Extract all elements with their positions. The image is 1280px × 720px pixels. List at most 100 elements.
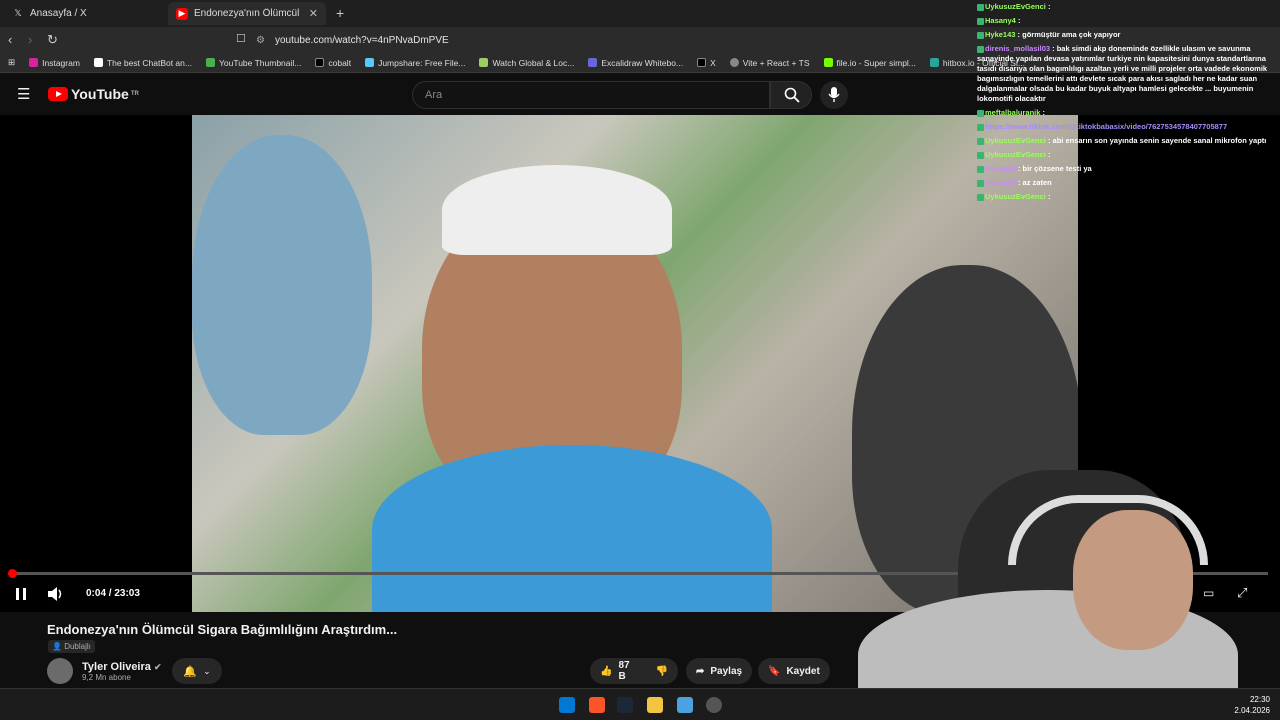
chat-username: UykusuzEvGenci	[985, 2, 1048, 11]
youtube-icon: ▶	[176, 7, 188, 20]
bookmark-fileio[interactable]: file.io - Super simpl...	[823, 57, 916, 68]
thumbs-down-icon[interactable]: 👎	[656, 666, 668, 677]
notification-bell-button[interactable]: 🔔 ⌄	[172, 658, 222, 684]
chat-text: : bir çözsene testi ya	[1017, 164, 1092, 173]
chat-badge-icon	[977, 45, 984, 53]
bookmark-watch-global[interactable]: Watch Global & Loc...	[479, 58, 574, 68]
share-icon: ➦	[696, 665, 705, 677]
x-icon	[697, 58, 707, 67]
bookmark-yt-thumbnail[interactable]: YouTube Thumbnail...	[205, 57, 302, 68]
bookmark-cobalt[interactable]: cobalt	[315, 58, 351, 68]
brave-browser-icon[interactable]	[589, 697, 605, 713]
chat-message: UykusuzEvGenci :	[975, 0, 1280, 14]
chat-message: UykusuzEvGenci :	[975, 148, 1280, 162]
chat-username: UykusuzEvGenci	[985, 192, 1048, 201]
bookmark-label: Instagram	[42, 57, 80, 68]
forward-button[interactable]: ›	[28, 32, 32, 47]
stream-chat-overlay: UykusuzEvGenci : Hasany4 : Hyke143 : görmü…	[975, 0, 1280, 230]
cap-shape	[442, 165, 672, 255]
windows-start-icon[interactable]	[559, 697, 575, 713]
pause-icon[interactable]	[15, 588, 27, 600]
like-button[interactable]: 👍 87 B 👎	[590, 658, 678, 684]
chat-text: :	[1042, 108, 1046, 117]
apps-icon[interactable]: ⊞	[8, 57, 15, 68]
steam-icon[interactable]	[617, 697, 633, 713]
bookmark-label: Jumpshare: Free File...	[378, 57, 466, 68]
bookmark-chatbot[interactable]: The best ChatBot an...	[93, 58, 192, 68]
chat-badge-icon	[977, 151, 984, 159]
share-button[interactable]: ➦ Paylaş	[686, 658, 753, 684]
chat-username: Hasany4	[985, 16, 1018, 25]
bookmark-x[interactable]: X	[697, 58, 716, 68]
chat-badge-icon	[977, 137, 984, 145]
chat-badge-icon	[977, 17, 984, 25]
save-button[interactable]: 🔖 Kaydet	[758, 658, 830, 684]
chat-badge-icon	[977, 179, 984, 187]
scrubber-handle[interactable]	[8, 569, 17, 578]
url-field[interactable]: ⚙ youtube.com/watch?v=4nPNvaDmPVE	[256, 30, 976, 50]
volume-icon[interactable]	[48, 587, 64, 601]
menu-icon[interactable]: ☰	[17, 85, 30, 103]
new-tab-button[interactable]: +	[336, 5, 344, 21]
dubbed-badge: 👤 Dublajlı	[48, 640, 95, 653]
watch-icon	[479, 58, 489, 67]
microphone-icon	[828, 87, 840, 102]
bookmark-excalidraw[interactable]: Excalidraw Whitebo...	[588, 58, 683, 68]
chat-message: Hasany4 : bir çözsene testi ya	[975, 162, 1280, 176]
chat-message: meftalbaluranik :	[975, 106, 1280, 120]
logo-text: YouTube	[71, 86, 129, 102]
globe-icon	[729, 58, 739, 67]
bookmark-label: X	[710, 57, 716, 68]
tab-youtube-video[interactable]: ▶ Endonezya'nın Ölümcül Sigar ✕	[168, 2, 326, 25]
bookmark-jumpshare[interactable]: Jumpshare: Free File...	[365, 58, 465, 68]
bell-icon: 🔔	[183, 665, 198, 678]
bookmark-label: cobalt	[328, 57, 352, 68]
streamer-webcam	[858, 470, 1238, 720]
voice-search-button[interactable]	[820, 81, 848, 109]
chat-message: UykusuzEvGenci : abi ensarın son yayında…	[975, 134, 1280, 148]
bookmark-label: YouTube Thumbnail...	[218, 57, 302, 68]
verified-icon: ✔	[153, 661, 162, 672]
save-icon: 🔖	[768, 665, 781, 677]
chat-text: :	[1047, 150, 1051, 159]
chat-text: : görmüştür ama çok yapıyor	[1017, 30, 1121, 39]
share-label: Paylaş	[710, 665, 743, 677]
taskbar: 22:30 2.04.2026	[0, 688, 1280, 720]
search-button[interactable]	[770, 81, 812, 109]
chat-username: UykusuzEvGenci	[985, 136, 1048, 145]
tab-x-home[interactable]: 𝕏 Anasayfa / X	[4, 2, 164, 25]
chat-message: UykusuzEvGenci :	[975, 190, 1280, 204]
channel-avatar[interactable]	[47, 658, 73, 684]
chat-username: UykusuzEvGenci	[985, 150, 1048, 159]
fullscreen-icon[interactable]: ⤢	[1237, 585, 1247, 601]
site-info-icon[interactable]: ⚙	[256, 35, 265, 46]
chat-badge-icon	[977, 31, 984, 39]
back-button[interactable]: ‹	[8, 32, 12, 47]
bookmark-label: file.io - Super simpl...	[836, 57, 916, 68]
bookmark-icon[interactable]: ☐	[236, 32, 246, 45]
thumbs-up-icon: 👍	[600, 665, 613, 677]
file-explorer-icon[interactable]	[647, 697, 663, 713]
search-input[interactable]: Ara	[412, 81, 770, 109]
chat-text: :	[1047, 2, 1051, 11]
chat-username: direnis_mollasil03	[985, 44, 1053, 53]
youtube-logo[interactable]: YouTube TR	[48, 86, 139, 102]
subscriber-count: 9,2 Mn abone	[82, 672, 131, 682]
chat-username: meftalbaluranik	[985, 108, 1043, 117]
bookmark-instagram[interactable]: Instagram	[29, 58, 80, 68]
x-icon: 𝕏	[14, 8, 22, 18]
video-title: Endonezya'nın Ölümcül Sigara Bağımlılığı…	[47, 622, 398, 637]
thumbnail-icon	[205, 58, 215, 67]
channel-name[interactable]: Tyler Oliveira ✔	[82, 661, 162, 673]
close-tab-icon[interactable]: ✕	[309, 7, 318, 20]
chat-username: Hasany4	[985, 178, 1018, 187]
bookmark-vite[interactable]: Vite + React + TS	[729, 58, 810, 68]
chevron-down-icon: ⌄	[203, 665, 211, 676]
app-icon[interactable]	[677, 697, 693, 713]
bookmark-label: Watch Global & Loc...	[492, 57, 575, 68]
reload-button[interactable]: ↻	[47, 32, 58, 48]
chat-message: Hyke143 : görmüştür ama çok yapıyor	[975, 28, 1280, 42]
cobalt-icon	[315, 58, 325, 67]
bookmark-label: Excalidraw Whitebo...	[601, 57, 684, 68]
obs-icon[interactable]	[706, 697, 722, 713]
